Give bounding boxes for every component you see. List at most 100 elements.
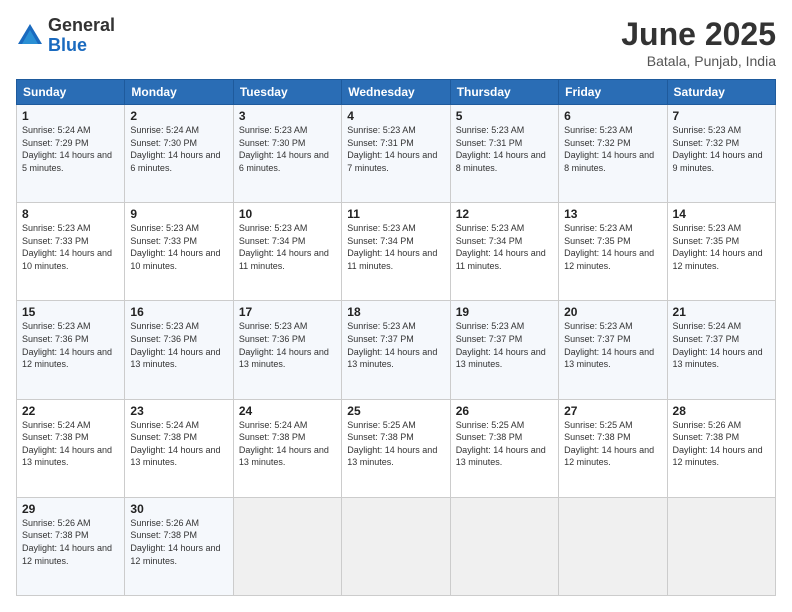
day-number: 30	[130, 502, 227, 516]
calendar-cell: 3 Sunrise: 5:23 AMSunset: 7:30 PMDayligh…	[233, 105, 341, 203]
calendar-cell: 20 Sunrise: 5:23 AMSunset: 7:37 PMDaylig…	[559, 301, 667, 399]
calendar-cell: 30 Sunrise: 5:26 AMSunset: 7:38 PMDaylig…	[125, 497, 233, 595]
day-info: Sunrise: 5:24 AMSunset: 7:38 PMDaylight:…	[22, 420, 112, 468]
calendar-week-row: 1 Sunrise: 5:24 AMSunset: 7:29 PMDayligh…	[17, 105, 776, 203]
day-info: Sunrise: 5:25 AMSunset: 7:38 PMDaylight:…	[347, 420, 437, 468]
calendar-cell: 27 Sunrise: 5:25 AMSunset: 7:38 PMDaylig…	[559, 399, 667, 497]
calendar-cell: 9 Sunrise: 5:23 AMSunset: 7:33 PMDayligh…	[125, 203, 233, 301]
day-number: 28	[673, 404, 770, 418]
day-number: 23	[130, 404, 227, 418]
weekday-header-sunday: Sunday	[17, 80, 125, 105]
day-info: Sunrise: 5:24 AMSunset: 7:37 PMDaylight:…	[673, 321, 763, 369]
day-info: Sunrise: 5:24 AMSunset: 7:29 PMDaylight:…	[22, 125, 112, 173]
calendar-cell: 23 Sunrise: 5:24 AMSunset: 7:38 PMDaylig…	[125, 399, 233, 497]
day-number: 13	[564, 207, 661, 221]
weekday-header-row: SundayMondayTuesdayWednesdayThursdayFrid…	[17, 80, 776, 105]
calendar-cell: 21 Sunrise: 5:24 AMSunset: 7:37 PMDaylig…	[667, 301, 775, 399]
logo: General Blue	[16, 16, 115, 56]
day-info: Sunrise: 5:26 AMSunset: 7:38 PMDaylight:…	[22, 518, 112, 566]
calendar-cell: 7 Sunrise: 5:23 AMSunset: 7:32 PMDayligh…	[667, 105, 775, 203]
location: Batala, Punjab, India	[621, 53, 776, 69]
day-info: Sunrise: 5:24 AMSunset: 7:38 PMDaylight:…	[130, 420, 220, 468]
calendar-cell	[559, 497, 667, 595]
day-info: Sunrise: 5:25 AMSunset: 7:38 PMDaylight:…	[456, 420, 546, 468]
calendar-cell: 5 Sunrise: 5:23 AMSunset: 7:31 PMDayligh…	[450, 105, 558, 203]
calendar-cell: 12 Sunrise: 5:23 AMSunset: 7:34 PMDaylig…	[450, 203, 558, 301]
day-number: 17	[239, 305, 336, 319]
logo-general: General	[48, 16, 115, 36]
calendar-cell: 16 Sunrise: 5:23 AMSunset: 7:36 PMDaylig…	[125, 301, 233, 399]
day-number: 26	[456, 404, 553, 418]
calendar-cell: 25 Sunrise: 5:25 AMSunset: 7:38 PMDaylig…	[342, 399, 450, 497]
day-number: 7	[673, 109, 770, 123]
day-number: 25	[347, 404, 444, 418]
day-info: Sunrise: 5:23 AMSunset: 7:31 PMDaylight:…	[347, 125, 437, 173]
day-number: 12	[456, 207, 553, 221]
calendar-week-row: 8 Sunrise: 5:23 AMSunset: 7:33 PMDayligh…	[17, 203, 776, 301]
calendar-cell: 1 Sunrise: 5:24 AMSunset: 7:29 PMDayligh…	[17, 105, 125, 203]
weekday-header-wednesday: Wednesday	[342, 80, 450, 105]
month-title: June 2025	[621, 16, 776, 53]
calendar-cell: 19 Sunrise: 5:23 AMSunset: 7:37 PMDaylig…	[450, 301, 558, 399]
calendar-cell	[233, 497, 341, 595]
logo-icon	[16, 22, 44, 50]
calendar-table: SundayMondayTuesdayWednesdayThursdayFrid…	[16, 79, 776, 596]
calendar-cell	[667, 497, 775, 595]
day-info: Sunrise: 5:23 AMSunset: 7:32 PMDaylight:…	[564, 125, 654, 173]
calendar-cell: 18 Sunrise: 5:23 AMSunset: 7:37 PMDaylig…	[342, 301, 450, 399]
day-info: Sunrise: 5:23 AMSunset: 7:34 PMDaylight:…	[239, 223, 329, 271]
calendar-cell: 15 Sunrise: 5:23 AMSunset: 7:36 PMDaylig…	[17, 301, 125, 399]
calendar-cell: 24 Sunrise: 5:24 AMSunset: 7:38 PMDaylig…	[233, 399, 341, 497]
calendar-cell: 13 Sunrise: 5:23 AMSunset: 7:35 PMDaylig…	[559, 203, 667, 301]
weekday-header-tuesday: Tuesday	[233, 80, 341, 105]
day-info: Sunrise: 5:23 AMSunset: 7:32 PMDaylight:…	[673, 125, 763, 173]
day-info: Sunrise: 5:23 AMSunset: 7:36 PMDaylight:…	[239, 321, 329, 369]
calendar-week-row: 29 Sunrise: 5:26 AMSunset: 7:38 PMDaylig…	[17, 497, 776, 595]
day-number: 10	[239, 207, 336, 221]
header: General Blue June 2025 Batala, Punjab, I…	[16, 16, 776, 69]
day-number: 20	[564, 305, 661, 319]
calendar-week-row: 15 Sunrise: 5:23 AMSunset: 7:36 PMDaylig…	[17, 301, 776, 399]
day-info: Sunrise: 5:23 AMSunset: 7:33 PMDaylight:…	[130, 223, 220, 271]
calendar-cell: 29 Sunrise: 5:26 AMSunset: 7:38 PMDaylig…	[17, 497, 125, 595]
day-info: Sunrise: 5:23 AMSunset: 7:36 PMDaylight:…	[22, 321, 112, 369]
calendar-cell: 10 Sunrise: 5:23 AMSunset: 7:34 PMDaylig…	[233, 203, 341, 301]
day-number: 22	[22, 404, 119, 418]
calendar-cell: 11 Sunrise: 5:23 AMSunset: 7:34 PMDaylig…	[342, 203, 450, 301]
day-info: Sunrise: 5:23 AMSunset: 7:33 PMDaylight:…	[22, 223, 112, 271]
day-info: Sunrise: 5:23 AMSunset: 7:31 PMDaylight:…	[456, 125, 546, 173]
day-info: Sunrise: 5:23 AMSunset: 7:34 PMDaylight:…	[456, 223, 546, 271]
day-info: Sunrise: 5:23 AMSunset: 7:35 PMDaylight:…	[673, 223, 763, 271]
weekday-header-thursday: Thursday	[450, 80, 558, 105]
day-number: 24	[239, 404, 336, 418]
day-number: 5	[456, 109, 553, 123]
logo-text: General Blue	[48, 16, 115, 56]
day-number: 15	[22, 305, 119, 319]
day-number: 27	[564, 404, 661, 418]
day-number: 2	[130, 109, 227, 123]
day-info: Sunrise: 5:23 AMSunset: 7:30 PMDaylight:…	[239, 125, 329, 173]
page: General Blue June 2025 Batala, Punjab, I…	[0, 0, 792, 612]
day-number: 16	[130, 305, 227, 319]
logo-blue: Blue	[48, 36, 115, 56]
calendar-cell: 6 Sunrise: 5:23 AMSunset: 7:32 PMDayligh…	[559, 105, 667, 203]
day-info: Sunrise: 5:23 AMSunset: 7:34 PMDaylight:…	[347, 223, 437, 271]
day-number: 19	[456, 305, 553, 319]
day-info: Sunrise: 5:26 AMSunset: 7:38 PMDaylight:…	[673, 420, 763, 468]
day-info: Sunrise: 5:23 AMSunset: 7:36 PMDaylight:…	[130, 321, 220, 369]
calendar-cell: 26 Sunrise: 5:25 AMSunset: 7:38 PMDaylig…	[450, 399, 558, 497]
calendar-cell: 14 Sunrise: 5:23 AMSunset: 7:35 PMDaylig…	[667, 203, 775, 301]
day-number: 1	[22, 109, 119, 123]
day-info: Sunrise: 5:24 AMSunset: 7:38 PMDaylight:…	[239, 420, 329, 468]
day-info: Sunrise: 5:23 AMSunset: 7:35 PMDaylight:…	[564, 223, 654, 271]
calendar-cell	[342, 497, 450, 595]
weekday-header-friday: Friday	[559, 80, 667, 105]
day-number: 4	[347, 109, 444, 123]
day-number: 14	[673, 207, 770, 221]
calendar-week-row: 22 Sunrise: 5:24 AMSunset: 7:38 PMDaylig…	[17, 399, 776, 497]
day-number: 21	[673, 305, 770, 319]
day-info: Sunrise: 5:26 AMSunset: 7:38 PMDaylight:…	[130, 518, 220, 566]
day-info: Sunrise: 5:23 AMSunset: 7:37 PMDaylight:…	[564, 321, 654, 369]
day-info: Sunrise: 5:25 AMSunset: 7:38 PMDaylight:…	[564, 420, 654, 468]
day-number: 18	[347, 305, 444, 319]
